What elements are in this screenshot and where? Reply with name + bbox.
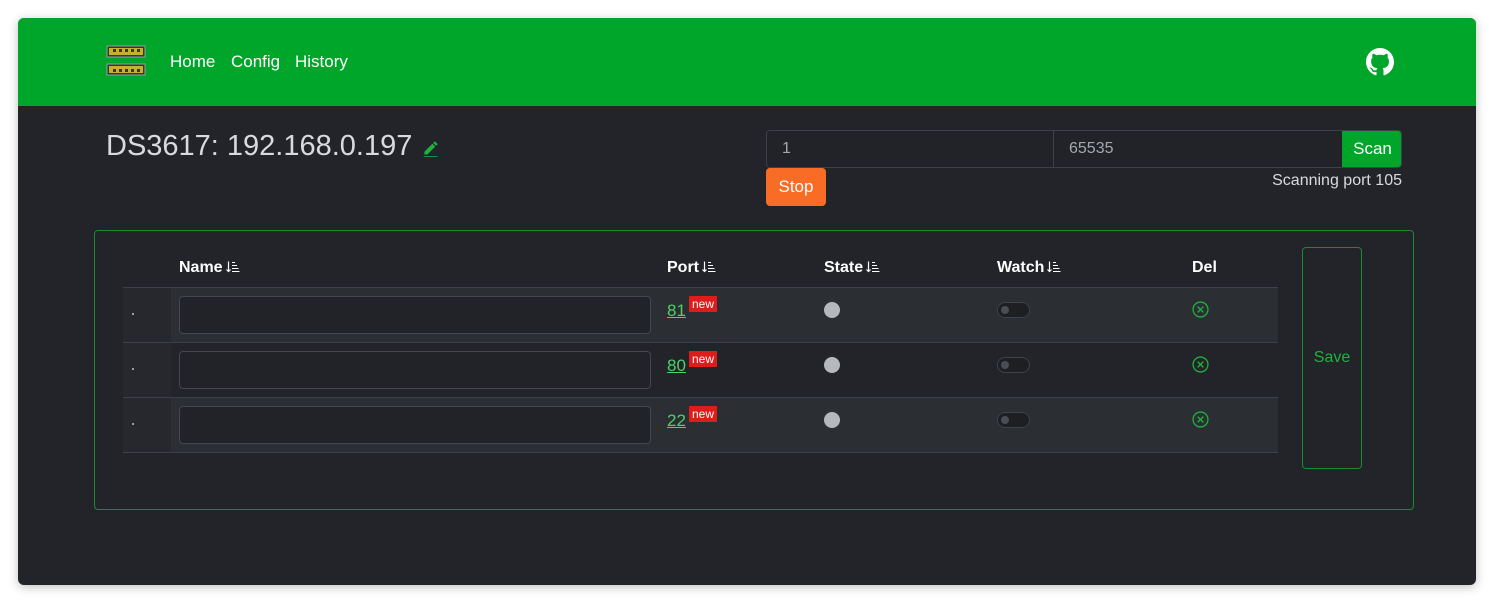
- watch-toggle[interactable]: [997, 412, 1030, 428]
- ports-card: Name Port State Watch Del 81 new 80 new: [94, 230, 1414, 510]
- column-header-name-label: Name: [179, 259, 223, 276]
- name-input[interactable]: [179, 406, 651, 444]
- column-header-port[interactable]: Port: [667, 259, 716, 277]
- new-badge: new: [689, 296, 718, 312]
- column-header-watch-label: Watch: [997, 259, 1045, 276]
- ethernet-ports-icon[interactable]: [106, 44, 146, 78]
- column-header-state-label: State: [824, 259, 864, 276]
- stop-button[interactable]: Stop: [766, 168, 826, 206]
- column-header-state[interactable]: State: [824, 259, 880, 277]
- name-input[interactable]: [179, 296, 651, 334]
- host-title: DS3617: 192.168.0.197: [106, 130, 413, 162]
- sort-descending-icon[interactable]: [225, 261, 240, 273]
- state-indicator: [824, 302, 840, 318]
- drag-dot-icon: [132, 313, 134, 315]
- watch-toggle[interactable]: [997, 302, 1030, 318]
- drag-handle[interactable]: [123, 398, 171, 452]
- delete-circle-x-icon[interactable]: [1192, 411, 1209, 428]
- column-header-del: Del: [1192, 259, 1217, 276]
- column-header-port-label: Port: [667, 259, 699, 276]
- nav-home-link[interactable]: Home: [170, 52, 215, 72]
- table-row: 81 new: [123, 288, 1278, 343]
- new-badge: new: [689, 406, 718, 422]
- app-window: Home Config History DS3617: 192.168.0.19…: [18, 18, 1476, 585]
- column-header-name[interactable]: Name: [179, 259, 240, 277]
- drag-dot-icon: [132, 368, 134, 370]
- column-header-watch[interactable]: Watch: [997, 259, 1061, 277]
- state-indicator: [824, 357, 840, 373]
- navbar: Home Config History: [18, 18, 1476, 106]
- start-port-input[interactable]: [767, 131, 1053, 167]
- new-badge: new: [689, 351, 718, 367]
- port-link[interactable]: 22: [667, 411, 686, 431]
- pencil-icon[interactable]: [422, 140, 439, 157]
- sort-descending-icon[interactable]: [1047, 261, 1061, 273]
- name-input[interactable]: [179, 351, 651, 389]
- watch-toggle[interactable]: [997, 357, 1030, 373]
- end-port-input[interactable]: [1054, 131, 1342, 167]
- nav-config-link[interactable]: Config: [231, 52, 280, 72]
- save-button[interactable]: Save: [1302, 247, 1362, 469]
- delete-circle-x-icon[interactable]: [1192, 301, 1209, 318]
- state-indicator: [824, 412, 840, 428]
- drag-dot-icon: [132, 423, 134, 425]
- toggle-knob: [1001, 306, 1009, 314]
- port-link[interactable]: 81: [667, 301, 686, 321]
- table-row: 22 new: [123, 398, 1278, 453]
- sort-descending-icon[interactable]: [702, 261, 716, 273]
- drag-handle[interactable]: [123, 288, 171, 342]
- drag-handle[interactable]: [123, 343, 171, 397]
- sort-descending-icon[interactable]: [866, 261, 880, 273]
- nav-history-link[interactable]: History: [295, 52, 348, 72]
- port-link[interactable]: 80: [667, 356, 686, 376]
- scan-button[interactable]: Scan: [1342, 131, 1401, 167]
- toggle-knob: [1001, 416, 1009, 424]
- table-row: 80 new: [123, 343, 1278, 398]
- port-range-group: Scan: [766, 130, 1402, 168]
- github-icon[interactable]: [1366, 48, 1394, 76]
- scan-status-text: Scanning port 105: [1272, 172, 1402, 189]
- toggle-knob: [1001, 361, 1009, 369]
- delete-circle-x-icon[interactable]: [1192, 356, 1209, 373]
